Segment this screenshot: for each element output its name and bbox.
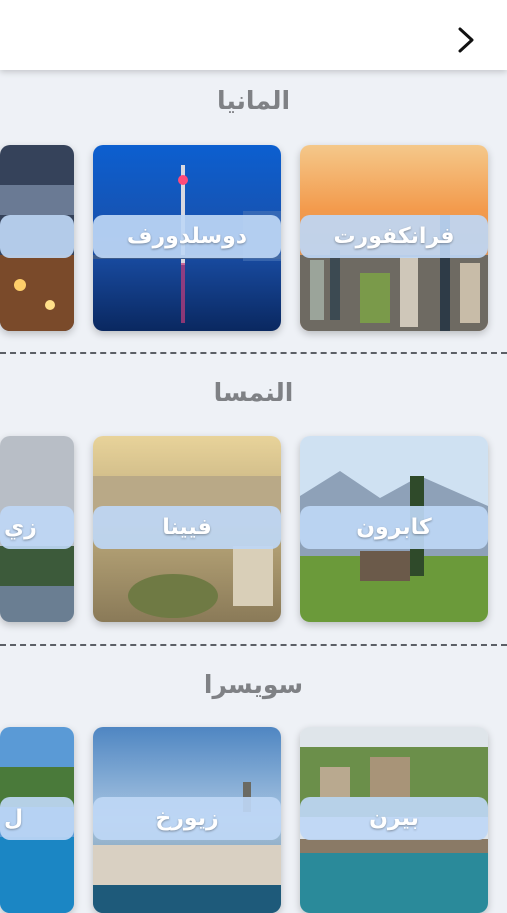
city-label: كابرون <box>300 506 488 549</box>
city-label: ل <box>0 797 74 840</box>
city-card-dusseldorf[interactable]: دوسلدورف <box>93 145 281 331</box>
city-label: فرانكفورت <box>300 215 488 258</box>
section-title-germany: المانيا <box>216 86 291 115</box>
section-divider <box>0 644 507 646</box>
city-card-kaprun[interactable]: كابرون <box>300 436 488 622</box>
city-label: فيينا <box>93 506 281 549</box>
city-label <box>0 215 74 258</box>
city-label: زي <box>0 506 74 549</box>
section-divider <box>0 352 507 354</box>
top-bar <box>0 0 507 70</box>
city-label: بيرن <box>300 797 488 840</box>
city-card-frankfurt[interactable]: فرانكفورت <box>300 145 488 331</box>
back-button[interactable] <box>451 22 481 58</box>
section-title-switzerland: سويسرا <box>203 670 304 699</box>
chevron-right-icon <box>458 27 474 53</box>
city-card-partial[interactable]: زي <box>0 436 74 622</box>
city-label: زيورخ <box>93 797 281 840</box>
city-card-bern[interactable]: بيرن <box>300 727 488 913</box>
city-card-partial[interactable] <box>0 145 74 331</box>
city-card-partial[interactable]: ل <box>0 727 74 913</box>
section-title-austria: النمسا <box>213 378 294 407</box>
city-card-zurich[interactable]: زيورخ <box>93 727 281 913</box>
city-label: دوسلدورف <box>93 215 281 258</box>
city-card-vienna[interactable]: فيينا <box>93 436 281 622</box>
